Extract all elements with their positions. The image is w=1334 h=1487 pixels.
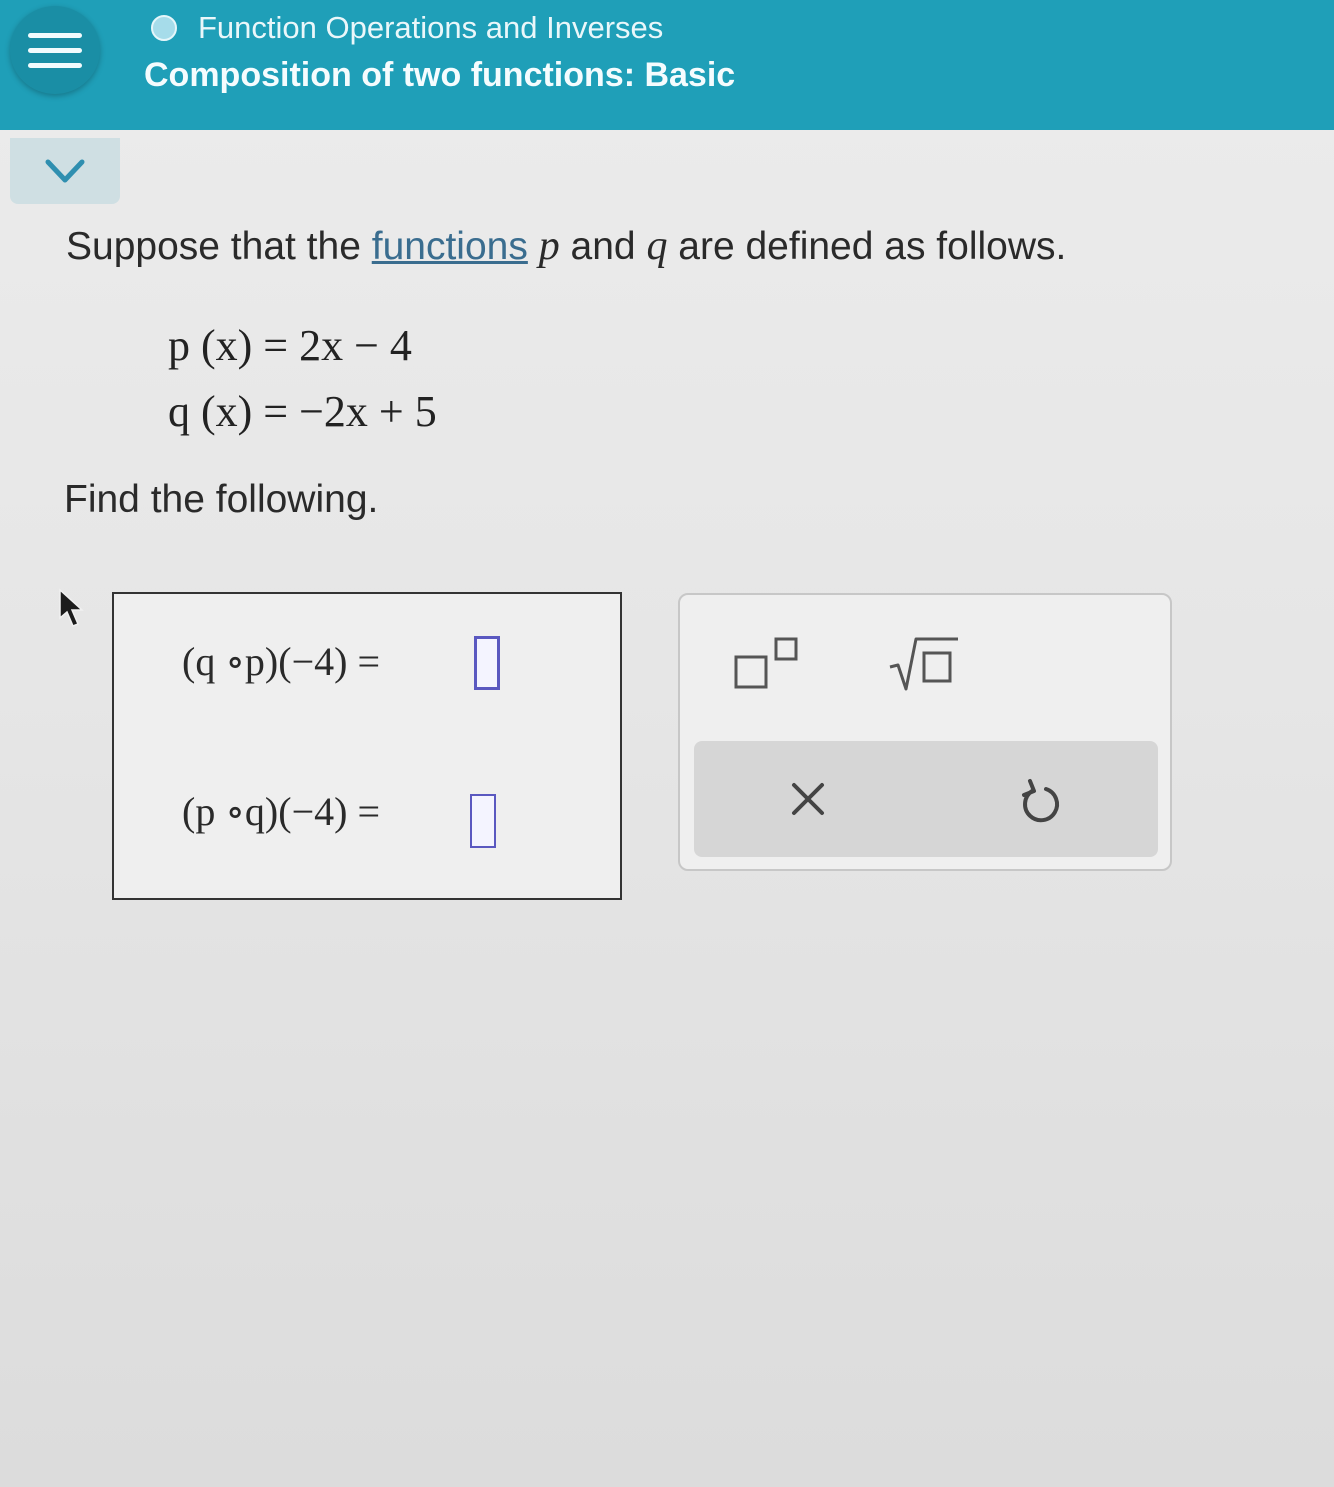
superscript-button[interactable] bbox=[732, 633, 812, 697]
topic-title: Function Operations and Inverses bbox=[198, 10, 664, 45]
top-header-bar: Function Operations and Inverses Composi… bbox=[0, 0, 1334, 130]
question-text: Suppose that the functions p and q are d… bbox=[66, 222, 1066, 270]
math-tool-panel bbox=[678, 593, 1172, 871]
definition-q: q (x) = −2x + 5 bbox=[168, 387, 437, 436]
action-bar bbox=[694, 741, 1158, 857]
clear-button[interactable] bbox=[786, 777, 830, 821]
question-and: and bbox=[559, 225, 647, 268]
close-x-icon bbox=[792, 783, 824, 815]
mouse-pointer-icon bbox=[59, 588, 84, 627]
lesson-title: Composition of two functions: Basic bbox=[144, 56, 736, 94]
answer-input-q-compose-p[interactable] bbox=[474, 636, 500, 690]
chevron-down-icon bbox=[45, 159, 85, 183]
superscript-template-icon bbox=[734, 637, 798, 689]
expression-p-compose-q: (p ∘q)(−4) = bbox=[182, 789, 381, 834]
answer-box: (q ∘p)(−4) = (p ∘q)(−4) = bbox=[112, 592, 622, 900]
variable-p: p bbox=[538, 223, 560, 269]
menu-button[interactable] bbox=[10, 6, 100, 94]
answer-input-p-compose-q[interactable] bbox=[470, 794, 496, 848]
find-instruction: Find the following. bbox=[64, 478, 379, 521]
hamburger-menu-icon bbox=[28, 33, 82, 38]
topic-status-circle-icon bbox=[151, 15, 177, 41]
expression-q-compose-p: (q ∘p)(−4) = bbox=[182, 639, 381, 684]
functions-link[interactable]: functions bbox=[372, 225, 528, 268]
undo-arrow-icon bbox=[1022, 779, 1060, 823]
square-root-template-icon bbox=[889, 637, 958, 691]
definition-p: p (x) = 2x − 4 bbox=[168, 321, 412, 370]
question-prefix: Suppose that the bbox=[66, 225, 372, 268]
collapse-toggle-button[interactable] bbox=[10, 138, 120, 204]
undo-button[interactable] bbox=[1016, 777, 1064, 827]
variable-q: q bbox=[646, 223, 668, 269]
question-suffix: are defined as follows. bbox=[667, 225, 1067, 268]
square-root-button[interactable] bbox=[886, 631, 962, 697]
